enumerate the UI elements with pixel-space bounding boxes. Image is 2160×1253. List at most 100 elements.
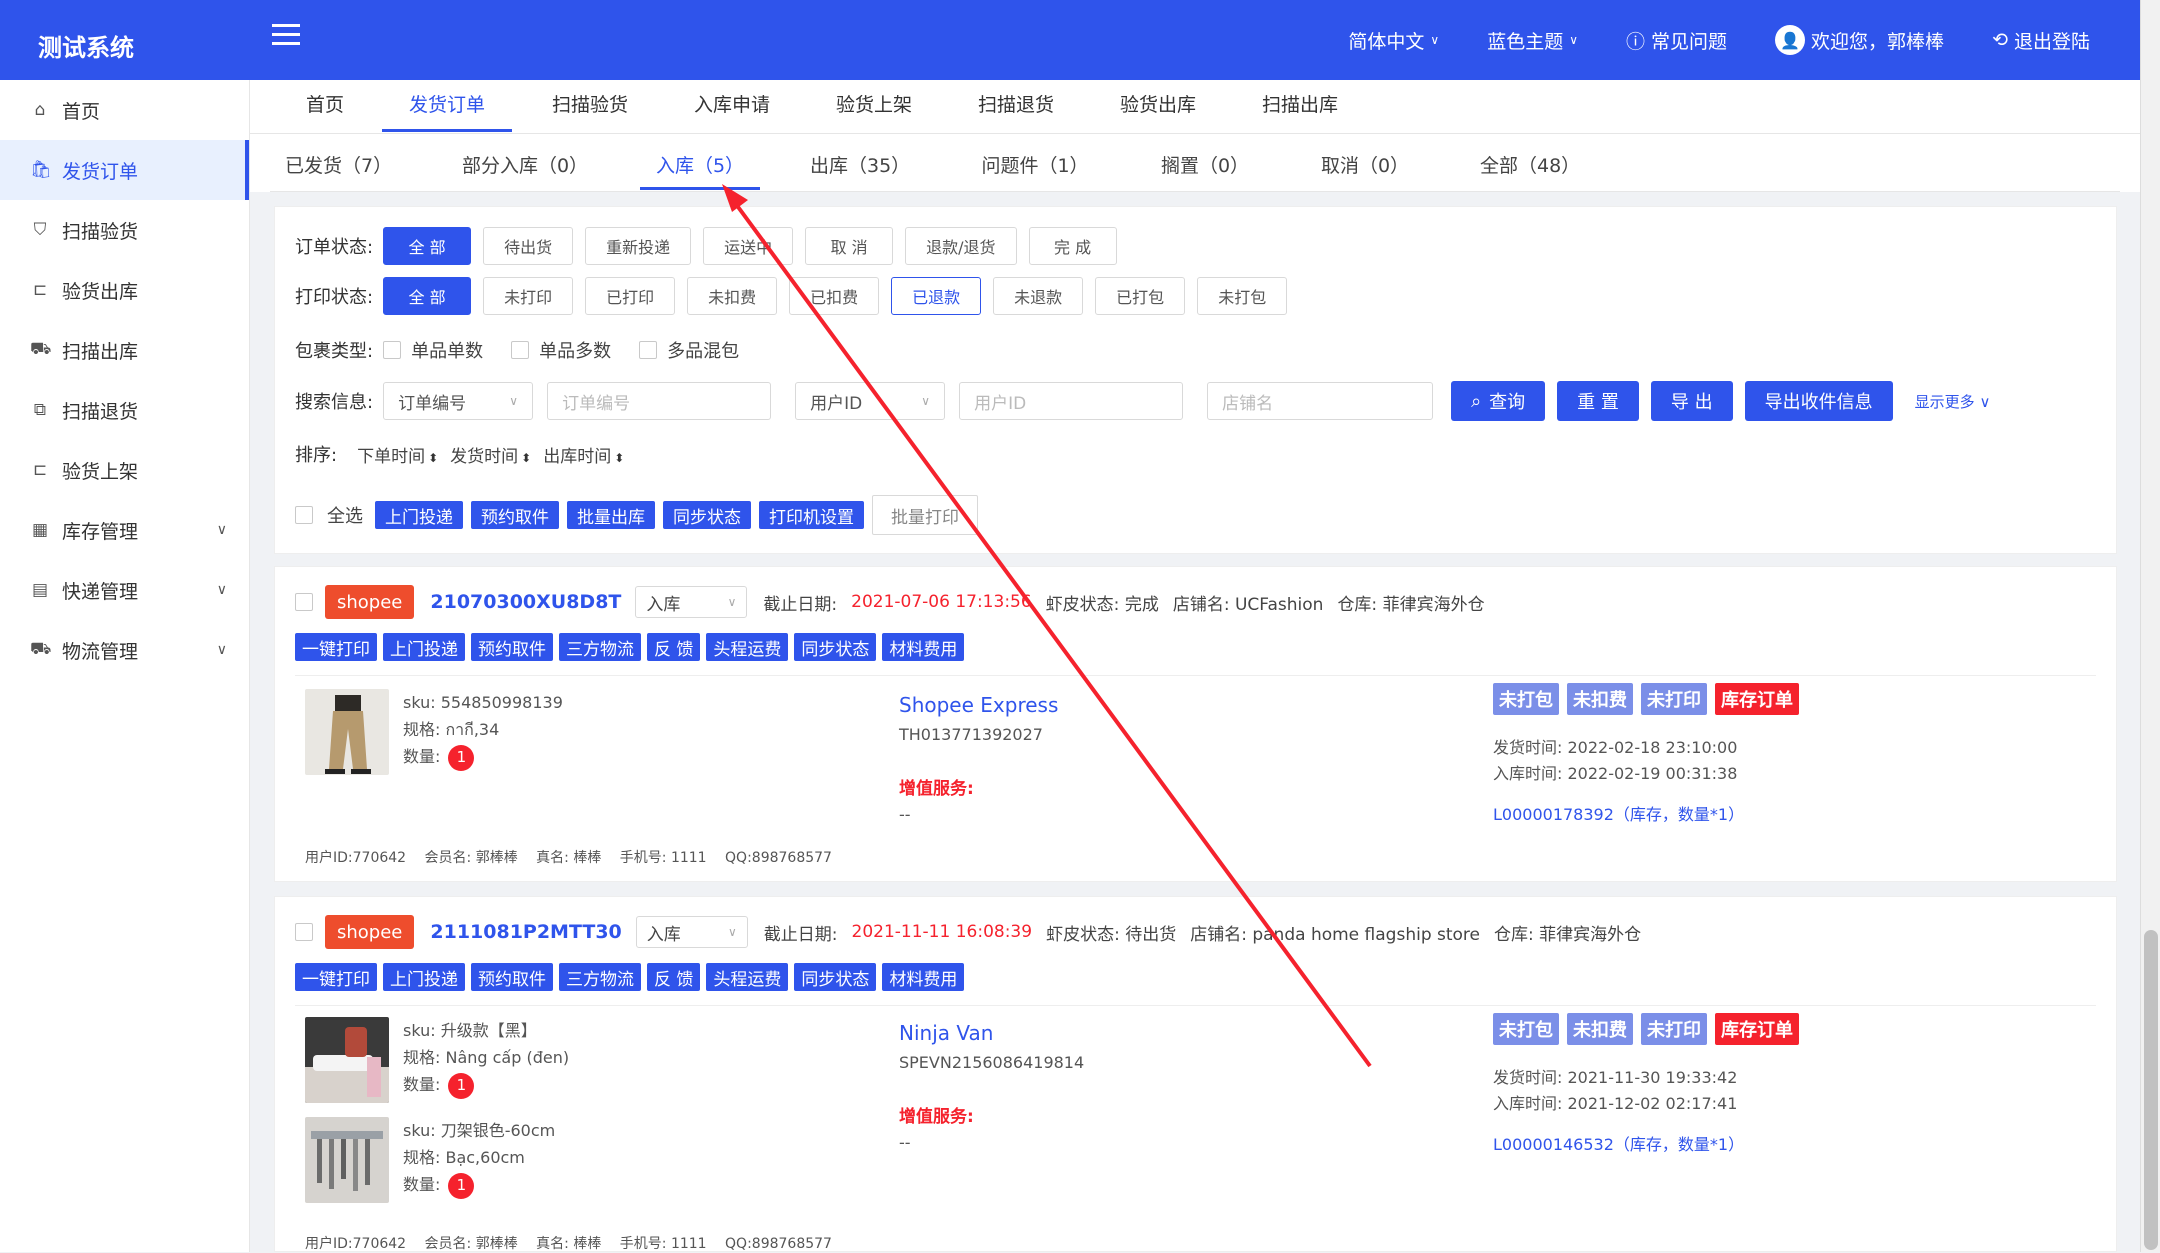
sync-status-button[interactable]: 同步状态 [794,963,877,991]
tab-shipped[interactable]: 已发货（7） [285,146,392,190]
user-id-input[interactable]: 用户ID [959,382,1184,420]
one-click-print-button[interactable]: 一键打印 [295,963,377,991]
material-fee-button[interactable]: 材料费用 [882,963,965,991]
door-delivery-button[interactable]: 上门投递 [383,633,465,661]
export-button[interactable]: 导 出 [1650,381,1733,421]
printer-settings-button[interactable]: 打印机设置 [759,501,864,529]
third-party-logistics-button[interactable]: 三方物流 [559,963,641,991]
sidebar-item-inspect-shelve[interactable]: ⊏ 验货上架 [0,440,249,500]
print-status-all-button[interactable]: 全 部 [383,277,472,315]
one-click-print-button[interactable]: 一键打印 [295,633,377,661]
query-button[interactable]: ⌕ 查询 [1451,381,1546,421]
tab-scan-outbound[interactable]: 扫描出库 [1260,80,1340,132]
tab-all[interactable]: 全部（48） [1480,146,1580,190]
print-status-refunded-button[interactable]: 已退款 [891,277,982,315]
first-leg-freight-button[interactable]: 头程运费 [706,963,789,991]
product-image[interactable] [305,1117,389,1203]
product-image[interactable] [305,1017,389,1103]
sync-status-button[interactable]: 同步状态 [794,633,877,661]
door-delivery-button[interactable]: 上门投递 [383,963,465,991]
select-all-checkbox[interactable]: 全选 [295,502,363,528]
sort-order-time[interactable]: 下单时间 ⬍ [357,442,438,467]
sidebar-item-logistics[interactable]: ⛟ 物流管理 ∨ [0,620,249,680]
print-status-printed-button[interactable]: 已打印 [585,277,676,315]
export-recipient-button[interactable]: 导出收件信息 [1744,381,1893,421]
package-single-multi-checkbox[interactable]: 单品多数 [511,337,611,363]
batch-sync-status-button[interactable]: 同步状态 [663,501,751,529]
reset-button[interactable]: 重 置 [1557,381,1639,421]
order-status-shipping-button[interactable]: 运送中 [703,227,794,265]
sidebar-item-inventory[interactable]: ▦ 库存管理 ∨ [0,500,249,560]
sidebar-item-scan-return[interactable]: ⧉ 扫描退货 [0,380,249,440]
sidebar-item-express[interactable]: ▤ 快递管理 ∨ [0,560,249,620]
faq-link[interactable]: ⓘ 常见问题 [1626,27,1727,54]
feedback-button[interactable]: 反 馈 [647,633,701,661]
carrier-name[interactable]: Shopee Express [899,693,1058,717]
order-checkbox[interactable] [295,923,313,941]
schedule-pickup-button[interactable]: 预约取件 [471,633,553,661]
order-status-select[interactable]: 入库 ∨ [635,586,748,618]
search-field-select-1[interactable]: 订单编号 ∨ [383,382,534,420]
order-status-refund-button[interactable]: 退款/退货 [905,227,1017,265]
tab-inbound-request[interactable]: 入库申请 [692,80,772,132]
sidebar-item-scan-inspect[interactable]: ⛉ 扫描验货 [0,200,249,260]
sort-ship-time[interactable]: 发货时间 ⬍ [450,442,531,467]
tab-on-hold[interactable]: 搁置（0） [1160,146,1250,190]
print-status-packed-button[interactable]: 已打包 [1095,277,1186,315]
first-leg-freight-button[interactable]: 头程运费 [706,633,789,661]
sidebar-item-home[interactable]: ⌂ 首页 [0,80,249,140]
batch-outbound-button[interactable]: 批量出库 [567,501,655,529]
schedule-pickup-button[interactable]: 预约取件 [471,963,553,991]
tab-problem[interactable]: 问题件（1） [980,146,1090,190]
tab-scan-inspect[interactable]: 扫描验货 [550,80,630,132]
lot-link[interactable]: L00000146532（库存，数量*1） [1493,1131,1807,1155]
order-status-select[interactable]: 入库 ∨ [635,916,748,948]
print-status-not-refunded-button[interactable]: 未退款 [993,277,1084,315]
logout-link[interactable]: ⟲ 退出登陆 [1992,27,2090,54]
language-dropdown[interactable]: 简体中文 ∨ [1348,27,1439,54]
package-single-single-checkbox[interactable]: 单品单数 [383,337,483,363]
carrier-name[interactable]: Ninja Van [899,1021,1084,1045]
batch-print-button[interactable]: 批量打印 [872,495,978,535]
tab-shipping-orders[interactable]: 发货订单 [382,80,512,132]
feedback-button[interactable]: 反 馈 [647,963,701,991]
sidebar-item-shipping-orders[interactable]: 🛍 发货订单 [0,140,249,200]
material-fee-button[interactable]: 材料费用 [882,633,965,661]
theme-dropdown[interactable]: 蓝色主题 ∨ [1487,27,1578,54]
tab-scan-return[interactable]: 扫描退货 [976,80,1056,132]
print-status-uncharged-button[interactable]: 未扣费 [687,277,778,315]
print-status-charged-button[interactable]: 已扣费 [789,277,880,315]
order-status-redeliver-button[interactable]: 重新投递 [585,227,692,265]
tab-home[interactable]: 首页 [290,80,360,132]
menu-toggle-icon[interactable] [272,24,300,50]
page-scrollbar[interactable] [2140,0,2160,1252]
sidebar-item-scan-outbound[interactable]: ⛟ 扫描出库 [0,320,249,380]
tab-inspect-outbound[interactable]: 验货出库 [1118,80,1198,132]
batch-schedule-pickup-button[interactable]: 预约取件 [471,501,559,529]
order-number-input[interactable]: 订单编号 [547,382,772,420]
sort-outbound-time[interactable]: 出库时间 ⬍ [543,442,624,467]
order-checkbox[interactable] [295,593,313,611]
order-status-done-button[interactable]: 完 成 [1028,227,1117,265]
print-status-unpacked-button[interactable]: 未打包 [1197,277,1288,315]
order-number[interactable]: 21070300XU8D8T [430,591,621,613]
show-more-link[interactable]: 显示更多 ∨ [1915,391,1991,412]
search-field-select-2[interactable]: 用户ID ∨ [795,382,946,420]
third-party-logistics-button[interactable]: 三方物流 [559,633,641,661]
lot-link[interactable]: L00000178392（库存，数量*1） [1493,801,1807,825]
scrollbar-thumb[interactable] [2144,930,2158,1250]
product-image[interactable] [305,689,389,775]
order-status-pending-button[interactable]: 待出货 [483,227,574,265]
order-status-cancel-button[interactable]: 取 消 [805,227,894,265]
store-name-input[interactable]: 店铺名 [1207,382,1434,420]
print-status-unprinted-button[interactable]: 未打印 [483,277,574,315]
package-mixed-checkbox[interactable]: 多品混包 [639,337,739,363]
tab-inbound[interactable]: 入库（5） [640,146,760,190]
user-menu[interactable]: 👤 欢迎您，郭棒棒 [1775,25,1944,55]
order-number[interactable]: 2111081P2MTT30 [430,921,621,943]
batch-door-delivery-button[interactable]: 上门投递 [375,501,463,529]
sidebar-item-inspect-outbound[interactable]: ⊏ 验货出库 [0,260,249,320]
tab-outbound[interactable]: 出库（35） [810,146,910,190]
order-status-all-button[interactable]: 全 部 [383,227,472,265]
tab-partial-inbound[interactable]: 部分入库（0） [460,146,590,190]
